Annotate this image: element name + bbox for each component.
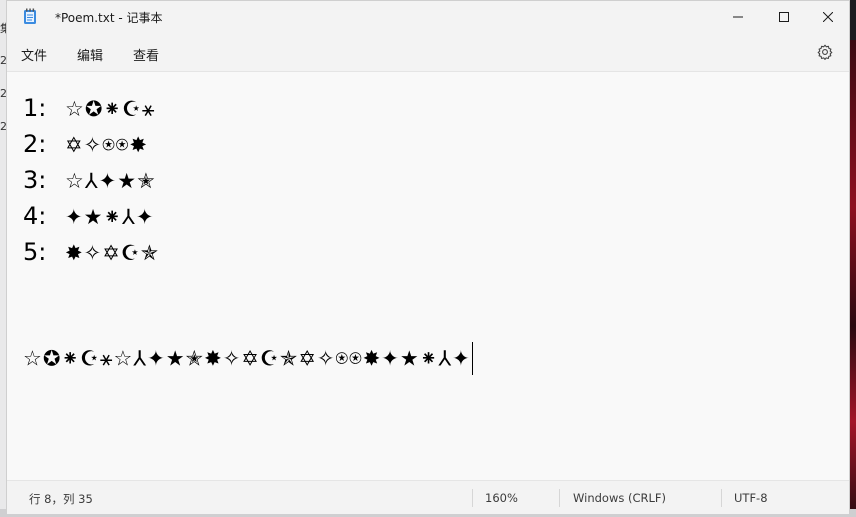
line-number: 4: [23, 202, 47, 230]
minimize-icon [733, 16, 743, 18]
settings-gear-icon[interactable] [817, 44, 833, 60]
close-button[interactable] [805, 1, 851, 33]
line-ending: Windows (CRLF) [573, 491, 667, 505]
line-symbols: ✦★⁕⅄✦ [65, 205, 155, 229]
close-icon [823, 12, 833, 22]
text-line-combined: ☆✪⁕☪⚹☆⅄✦★✭✸✧✡☪✯✡✧⍟⍟✸✦★⁕⅄✦ [23, 342, 473, 375]
status-divider [721, 489, 722, 507]
encoding: UTF-8 [734, 491, 768, 505]
maximize-icon [779, 12, 789, 22]
minimize-button[interactable] [715, 1, 761, 33]
title-bar[interactable]: *Poem.txt - 记事本 [7, 1, 849, 33]
line-symbols: ✡✧⍟⍟✸ [65, 133, 148, 157]
menu-view[interactable]: 查看 [133, 45, 159, 64]
notepad-app-icon [24, 8, 36, 24]
text-line: 2: ✡✧⍟⍟✸ [23, 129, 148, 160]
line-number: 2: [23, 130, 47, 158]
line-number: 5: [23, 238, 47, 266]
text-caret [471, 342, 473, 375]
combined-symbols: ☆✪⁕☪⚹☆⅄✦★✭✸✧✡☪✯✡✧⍟⍟✸✦★⁕⅄✦ [23, 346, 471, 371]
status-divider [559, 489, 560, 507]
text-line: 3: ☆⅄✦★✭ [23, 165, 156, 196]
line-symbols: ☆✪⁕☪⚹ [65, 97, 156, 121]
line-number: 1: [23, 94, 47, 122]
menu-edit[interactable]: 编辑 [77, 45, 103, 64]
text-line: 4: ✦★⁕⅄✦ [23, 201, 154, 232]
line-symbols: ☆⅄✦★✭ [65, 169, 156, 193]
menu-file[interactable]: 文件 [21, 45, 47, 64]
zoom-level: 160% [485, 491, 518, 505]
menu-bar: 文件 编辑 查看 [7, 33, 849, 72]
status-divider [472, 489, 473, 507]
cursor-position: 行 8，列 35 [29, 492, 93, 506]
notepad-window: *Poem.txt - 记事本 文件 编辑 查看 1: ☆✪⁕☪⚹ 2: ✡✧⍟⍟✸… [6, 0, 850, 514]
text-line: 1: ☆✪⁕☪⚹ [23, 93, 155, 124]
window-title: *Poem.txt - 记事本 [55, 11, 163, 25]
maximize-button[interactable] [761, 1, 807, 33]
line-symbols: ✸✧✡☪✯ [65, 241, 160, 265]
text-line: 5: ✸✧✡☪✯ [23, 237, 159, 268]
status-bar: 行 8，列 35 160% Windows (CRLF) UTF-8 [7, 480, 849, 514]
line-number: 3: [23, 166, 47, 194]
text-editor-area[interactable]: 1: ☆✪⁕☪⚹ 2: ✡✧⍟⍟✸ 3: ☆⅄✦★✭ 4: ✦★⁕⅄✦ 5: ✸✧✡☪✯ … [7, 72, 849, 480]
